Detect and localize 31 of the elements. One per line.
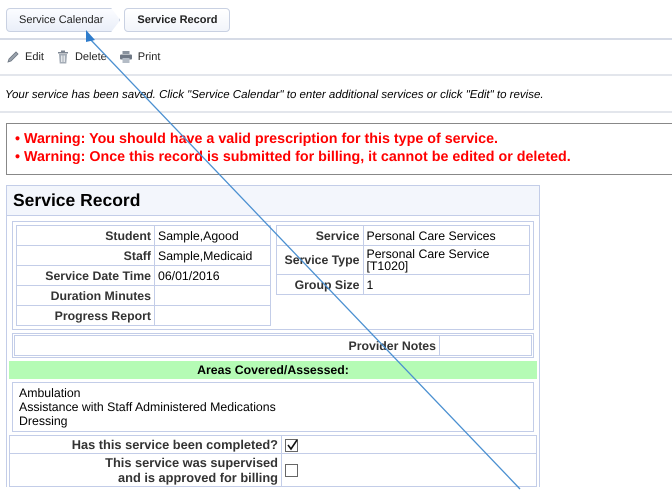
section-heading: Areas Covered/Assessed:	[9, 361, 537, 379]
delete-button[interactable]: Delete	[56, 50, 107, 64]
pencil-icon	[6, 50, 20, 64]
breadcrumb-tab[interactable]: Service Calendar	[6, 8, 120, 32]
area-item: Dressing	[18, 414, 69, 428]
question-label: This service was supervised and is approved for billing	[10, 454, 282, 486]
checkbox[interactable]	[285, 464, 298, 478]
field-value: Sample,Agood	[154, 226, 270, 246]
breadcrumb-tab[interactable]: Service Record	[124, 8, 230, 32]
field-value: Sample,Medicaid	[154, 246, 270, 266]
question-label: Has this service been completed?	[10, 436, 282, 454]
warning-text: • Warning: Once this record is submitted for billing, it cannot be edited or deleted.	[15, 148, 572, 166]
field-label: Service	[276, 226, 363, 246]
field-label: Staff	[16, 246, 154, 266]
field-label: Service Date Time	[16, 266, 154, 286]
field-label: Duration Minutes	[16, 286, 154, 306]
checkbox[interactable]	[285, 438, 298, 452]
field-value: 06/01/2016	[154, 266, 270, 286]
field-label: Progress Report	[16, 306, 154, 326]
field-label: Student	[16, 226, 154, 246]
trash-icon	[56, 50, 70, 64]
area-item: Assistance with Staff Administered Medications	[18, 400, 277, 414]
area-item: Ambulation	[18, 386, 82, 400]
edit-button[interactable]: Edit	[6, 50, 44, 64]
field-value: Personal Care Services	[363, 226, 530, 246]
print-button[interactable]: Print	[118, 50, 160, 64]
field-value: 1	[363, 274, 530, 294]
field-value: Personal Care Service [T1020]	[363, 246, 530, 274]
printer-icon	[118, 50, 133, 64]
panel-title: Service Record	[7, 186, 539, 216]
checkmark-icon	[286, 438, 298, 451]
